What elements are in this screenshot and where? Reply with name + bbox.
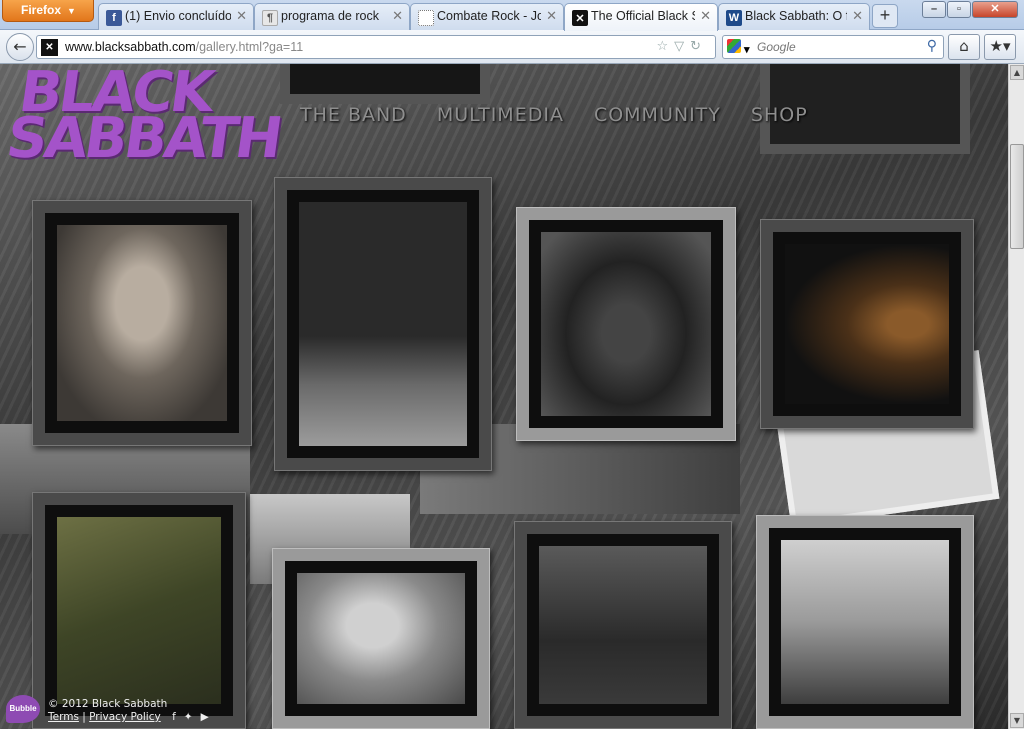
- band-cross-photo: [781, 540, 949, 704]
- footer-separator: |: [82, 711, 86, 723]
- close-icon[interactable]: ✕: [392, 8, 403, 24]
- navigation-toolbar: ← ✕ www.blacksabbath.com/gallery.html?ga…: [0, 30, 1024, 64]
- back-button[interactable]: ←: [6, 33, 34, 61]
- band-standing-photo: [539, 546, 707, 704]
- page-viewport: BLACK SABBATH THE BAND MULTIMEDIA COMMUN…: [0, 64, 1008, 729]
- scrollbar-thumb[interactable]: [1010, 144, 1024, 249]
- tab-title: The Official Black S...: [591, 9, 695, 23]
- search-input[interactable]: Google: [757, 40, 796, 54]
- terms-link[interactable]: Terms: [48, 711, 79, 723]
- nav-shop[interactable]: SHOP: [751, 104, 808, 126]
- gallery-photo[interactable]: [274, 177, 492, 471]
- close-icon[interactable]: ✕: [852, 8, 863, 24]
- gallery-photo[interactable]: [760, 219, 974, 429]
- gallery-photo[interactable]: [32, 200, 252, 446]
- tab-title: Black Sabbath: O fi...: [745, 9, 847, 23]
- bookmarks-icon: ★▾: [989, 37, 1011, 55]
- gallery-photo[interactable]: [756, 515, 974, 729]
- nav-multimedia[interactable]: MULTIMEDIA: [437, 104, 564, 126]
- gallery-photo[interactable]: [514, 521, 732, 729]
- page-icon: ¶: [262, 10, 278, 26]
- bookmarks-button[interactable]: ★▾: [984, 34, 1016, 60]
- copyright-text: © 2012 Black Sabbath: [48, 698, 168, 710]
- youtube-icon[interactable]: ▶: [201, 711, 217, 723]
- twitter-icon[interactable]: ✦: [184, 711, 201, 723]
- band-group-photo: [541, 232, 711, 416]
- close-icon[interactable]: ✕: [236, 8, 247, 24]
- tab-combate-rock[interactable]: Combate Rock - Jo... ✕: [410, 3, 564, 30]
- band-portrait-photo: [57, 225, 227, 421]
- tab-black-sabbath-official[interactable]: ✕ The Official Black S... ✕: [564, 3, 718, 31]
- url-host: www.blacksabbath.com: [65, 40, 196, 54]
- google-search-engine-icon[interactable]: ▾: [727, 39, 755, 56]
- album-cover-photo: [57, 517, 221, 704]
- tab-facebook[interactable]: f (1) Envio concluído ✕: [98, 3, 254, 30]
- site-identity-icon[interactable]: ✕: [41, 39, 58, 56]
- page-footer: © 2012 Black Sabbath Terms | Privacy Pol…: [48, 698, 217, 724]
- nav-community[interactable]: COMMUNITY: [594, 104, 721, 126]
- vertical-scrollbar[interactable]: ▲ ▼: [1008, 64, 1024, 729]
- wordpress-icon: W: [726, 10, 742, 26]
- reload-icon[interactable]: ↻: [690, 39, 707, 54]
- maximize-button[interactable]: ▫: [947, 1, 971, 18]
- url-text[interactable]: www.blacksabbath.com/gallery.html?ga=11: [65, 40, 303, 54]
- scroll-down-arrow-icon[interactable]: ▼: [1010, 713, 1024, 728]
- tab-title: Combate Rock - Jo...: [437, 9, 541, 23]
- close-icon[interactable]: ✕: [546, 8, 557, 24]
- home-icon: ⌂: [959, 37, 969, 55]
- tab-title: (1) Envio concluído: [125, 9, 231, 23]
- singer-arms-raised-photo: [297, 573, 465, 704]
- bubble-badge[interactable]: Bubble: [6, 695, 40, 723]
- tab-black-sabbath-wordpress[interactable]: W Black Sabbath: O fi... ✕: [718, 3, 870, 30]
- nav-the-band[interactable]: THE BAND: [300, 104, 407, 126]
- facebook-icon: f: [106, 10, 122, 26]
- gallery-photo[interactable]: [32, 492, 246, 729]
- black-sabbath-logo[interactable]: BLACK SABBATH: [2, 64, 284, 196]
- black-sabbath-favicon: ✕: [572, 10, 588, 26]
- new-tab-button[interactable]: +: [872, 4, 898, 28]
- facebook-icon[interactable]: f: [172, 711, 184, 723]
- search-icon[interactable]: ⚲: [927, 38, 937, 54]
- home-button[interactable]: ⌂: [948, 34, 980, 60]
- background-photo: [280, 64, 490, 104]
- live-concert-photo: [299, 202, 467, 446]
- privacy-policy-link[interactable]: Privacy Policy: [89, 711, 161, 723]
- close-window-button[interactable]: ✕: [972, 1, 1018, 18]
- gallery-photo[interactable]: [516, 207, 736, 441]
- singer-microphone-photo: [785, 244, 949, 404]
- minimize-button[interactable]: –: [922, 1, 946, 18]
- url-path: /gallery.html?ga=11: [195, 40, 304, 54]
- logo-line-2: SABBATH: [2, 106, 284, 171]
- main-navigation: THE BAND MULTIMEDIA COMMUNITY SHOP: [300, 104, 808, 126]
- history-dropdown-icon[interactable]: ▽: [674, 39, 690, 54]
- browser-title-bar: Firefox ▼ f (1) Envio concluído ✕ ¶ progr…: [0, 0, 1024, 31]
- close-icon[interactable]: ✕: [700, 8, 711, 24]
- tab-programa-de-rock[interactable]: ¶ programa de rock ✕: [254, 3, 410, 30]
- page-icon: [418, 10, 434, 26]
- firefox-menu-button[interactable]: Firefox ▼: [2, 0, 94, 22]
- search-bar[interactable]: ▾ Google ⚲: [722, 35, 944, 59]
- bookmark-star-icon[interactable]: ☆: [656, 39, 674, 54]
- gallery-photo[interactable]: [272, 548, 490, 729]
- scroll-up-arrow-icon[interactable]: ▲: [1010, 65, 1024, 80]
- address-bar[interactable]: ✕ www.blacksabbath.com/gallery.html?ga=1…: [36, 35, 716, 59]
- back-arrow-icon: ←: [13, 37, 27, 56]
- tab-title: programa de rock: [281, 9, 379, 23]
